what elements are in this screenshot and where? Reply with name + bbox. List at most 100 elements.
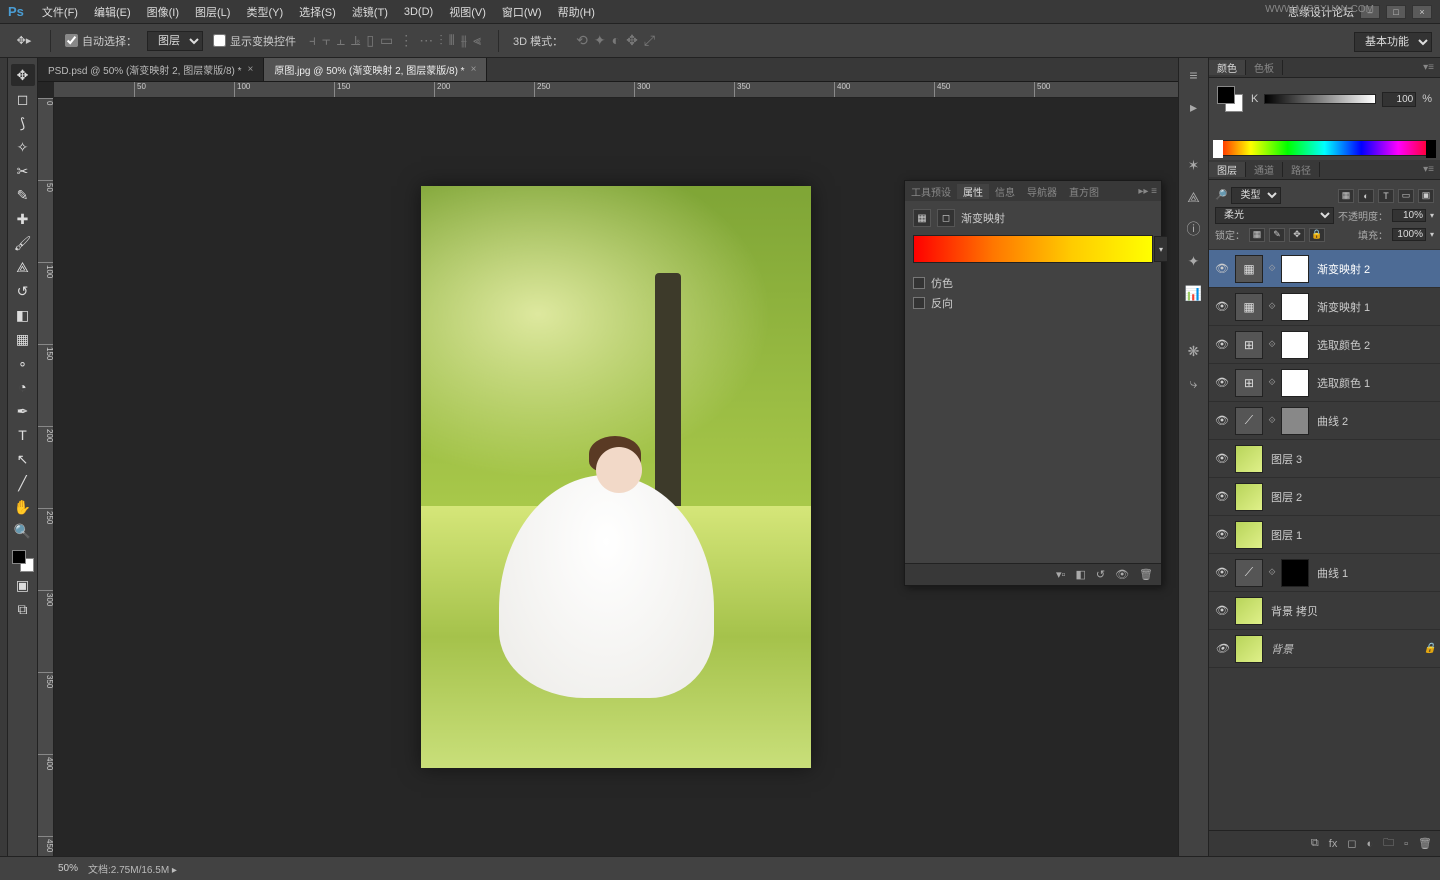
menu-layer[interactable]: 图层(L) xyxy=(187,4,238,20)
visibility-toggle[interactable]: 👁 xyxy=(1213,452,1231,465)
k-slider[interactable] xyxy=(1264,94,1376,104)
history-brush-tool[interactable]: ↺ xyxy=(11,280,35,302)
dock-clone-icon[interactable]: ⟁ xyxy=(1183,186,1205,208)
dock-history-icon[interactable]: ≡ xyxy=(1183,64,1205,86)
layer-name[interactable]: 选取颜色 2 xyxy=(1317,337,1436,353)
visibility-toggle[interactable]: 👁 xyxy=(1213,490,1231,503)
panel-collapse-icon[interactable]: ▸▸ ≡ xyxy=(1134,186,1161,197)
document-tab-1[interactable]: PSD.psd @ 50% (渐变映射 2, 图层蒙版/8) *× xyxy=(38,58,264,81)
visibility-toggle[interactable]: 👁 xyxy=(1213,300,1231,313)
tab-navigator[interactable]: 导航器 xyxy=(1021,184,1063,199)
menu-filter[interactable]: 滤镜(T) xyxy=(344,4,396,20)
visibility-toggle[interactable]: 👁 xyxy=(1213,376,1231,389)
filter-pixel-icon[interactable]: ▦ xyxy=(1338,189,1354,203)
menu-3d[interactable]: 3D(D) xyxy=(396,6,441,18)
color-spectrum[interactable] xyxy=(1213,140,1436,156)
visibility-toggle[interactable]: 👁 xyxy=(1213,528,1231,541)
screenmode-toggle[interactable]: ⧉ xyxy=(11,598,35,620)
menu-help[interactable]: 帮助(H) xyxy=(550,4,603,20)
panel-menu-icon[interactable]: ▾≡ xyxy=(1417,62,1440,73)
tab-properties[interactable]: 属性 xyxy=(957,184,989,199)
hand-tool[interactable]: ✋ xyxy=(11,496,35,518)
shape-tool[interactable]: ╱ xyxy=(11,472,35,494)
gradient-picker[interactable]: ▾ xyxy=(913,235,1153,263)
menu-window[interactable]: 窗口(W) xyxy=(494,4,550,20)
lock-transparency-icon[interactable]: ▦ xyxy=(1249,228,1265,242)
lock-paint-icon[interactable]: ✎ xyxy=(1269,228,1285,242)
visibility-toggle[interactable]: 👁 xyxy=(1213,642,1231,655)
chevron-down-icon[interactable]: ▾ xyxy=(1154,236,1168,262)
path-tool[interactable]: ↖ xyxy=(11,448,35,470)
dock-measure-icon[interactable]: 📊 xyxy=(1183,282,1205,304)
layer-row[interactable]: 👁 图层 2 xyxy=(1209,478,1440,516)
brush-tool[interactable]: 🖌 xyxy=(11,232,35,254)
layer-filter-type[interactable]: 类型 xyxy=(1231,187,1281,204)
window-maximize-button[interactable]: □ xyxy=(1386,5,1406,19)
blur-tool[interactable]: ∘ xyxy=(11,352,35,374)
dock-para-icon[interactable]: ⤷ xyxy=(1183,372,1205,394)
layer-name[interactable]: 图层 3 xyxy=(1271,451,1436,467)
dock-brush-icon[interactable]: ✶ xyxy=(1183,154,1205,176)
move-tool[interactable]: ✥ xyxy=(11,64,35,86)
k-value-input[interactable] xyxy=(1382,92,1416,107)
lasso-tool[interactable]: ⟆ xyxy=(11,112,35,134)
healing-tool[interactable]: ✚ xyxy=(11,208,35,230)
layer-name[interactable]: 曲线 2 xyxy=(1317,413,1436,429)
menu-file[interactable]: 文件(F) xyxy=(34,4,86,20)
layer-name[interactable]: 渐变映射 1 xyxy=(1317,299,1436,315)
properties-panel[interactable]: 工具预设 属性 信息 导航器 直方图 ▸▸ ≡ ▦ ◻ 渐变映射 ▾ xyxy=(904,180,1162,586)
layer-name[interactable]: 图层 2 xyxy=(1271,489,1436,505)
layer-name[interactable]: 渐变映射 2 xyxy=(1317,261,1436,277)
layer-row[interactable]: 👁⊞⟐选取颜色 1 xyxy=(1209,364,1440,402)
filter-type-icon[interactable]: T xyxy=(1378,189,1394,203)
layer-row[interactable]: 👁背景🔒 xyxy=(1209,630,1440,668)
menu-edit[interactable]: 编辑(E) xyxy=(86,4,139,20)
link-layers-icon[interactable]: ⧉ xyxy=(1311,837,1319,850)
tab-toolpresets[interactable]: 工具预设 xyxy=(905,184,957,199)
layer-fx-icon[interactable]: fx xyxy=(1329,838,1338,850)
tab-color[interactable]: 颜色 xyxy=(1209,60,1246,75)
layer-row[interactable]: 👁▦⟐渐变映射 2 xyxy=(1209,250,1440,288)
tab-channels[interactable]: 通道 xyxy=(1246,162,1283,177)
delete-icon[interactable]: 🗑 xyxy=(1139,568,1153,581)
move-tool-icon[interactable]: ✥▸ xyxy=(12,29,36,53)
layer-name[interactable]: 选取颜色 1 xyxy=(1317,375,1436,391)
filter-smart-icon[interactable]: ▣ xyxy=(1418,189,1434,203)
layer-name[interactable]: 背景 拷贝 xyxy=(1271,603,1436,619)
color-swatch[interactable] xyxy=(12,550,34,572)
reset-icon[interactable]: ↺ xyxy=(1096,568,1105,581)
menu-image[interactable]: 图像(I) xyxy=(139,4,187,20)
zoom-tool[interactable]: 🔍 xyxy=(11,520,35,542)
lock-all-icon[interactable]: 🔒 xyxy=(1309,228,1325,242)
fill-input[interactable] xyxy=(1392,228,1426,241)
zoom-level[interactable]: 50% xyxy=(10,863,74,874)
dodge-tool[interactable]: ◔ xyxy=(11,376,35,398)
wand-tool[interactable]: ✧ xyxy=(11,136,35,158)
menu-view[interactable]: 视图(V) xyxy=(441,4,494,20)
crop-tool[interactable]: ✂ xyxy=(11,160,35,182)
close-icon[interactable]: × xyxy=(248,64,254,75)
layer-name[interactable]: 曲线 1 xyxy=(1317,565,1436,581)
dock-compass-icon[interactable]: ✦ xyxy=(1183,250,1205,272)
tab-info[interactable]: 信息 xyxy=(989,184,1021,199)
show-transform-checkbox[interactable]: 显示变换控件 xyxy=(213,33,296,49)
reverse-checkbox[interactable]: 反向 xyxy=(913,295,1153,311)
layer-row[interactable]: 👁⊞⟐选取颜色 2 xyxy=(1209,326,1440,364)
delete-layer-icon[interactable]: 🗑 xyxy=(1418,837,1432,850)
blend-mode-select[interactable]: 柔光 xyxy=(1215,207,1334,224)
visibility-toggle[interactable]: 👁 xyxy=(1213,414,1231,427)
layer-row[interactable]: 👁⟋⟐曲线 2 xyxy=(1209,402,1440,440)
stamp-tool[interactable]: ⟁ xyxy=(11,256,35,278)
auto-select-checkbox[interactable]: 自动选择： xyxy=(65,33,137,49)
panel-menu-icon[interactable]: ▾≡ xyxy=(1417,164,1440,175)
menu-select[interactable]: 选择(S) xyxy=(291,4,344,20)
visibility-icon[interactable]: 👁 xyxy=(1115,568,1129,581)
view-previous-icon[interactable]: ◧ xyxy=(1075,568,1085,581)
layer-row[interactable]: 👁▦⟐渐变映射 1 xyxy=(1209,288,1440,326)
tab-swatches[interactable]: 色板 xyxy=(1246,60,1283,75)
tab-paths[interactable]: 路径 xyxy=(1283,162,1320,177)
dock-actions-icon[interactable]: ▸ xyxy=(1183,96,1205,118)
gradient-tool[interactable]: ▦ xyxy=(11,328,35,350)
layer-row[interactable]: 👁背景 拷贝 xyxy=(1209,592,1440,630)
window-close-button[interactable]: × xyxy=(1412,5,1432,19)
